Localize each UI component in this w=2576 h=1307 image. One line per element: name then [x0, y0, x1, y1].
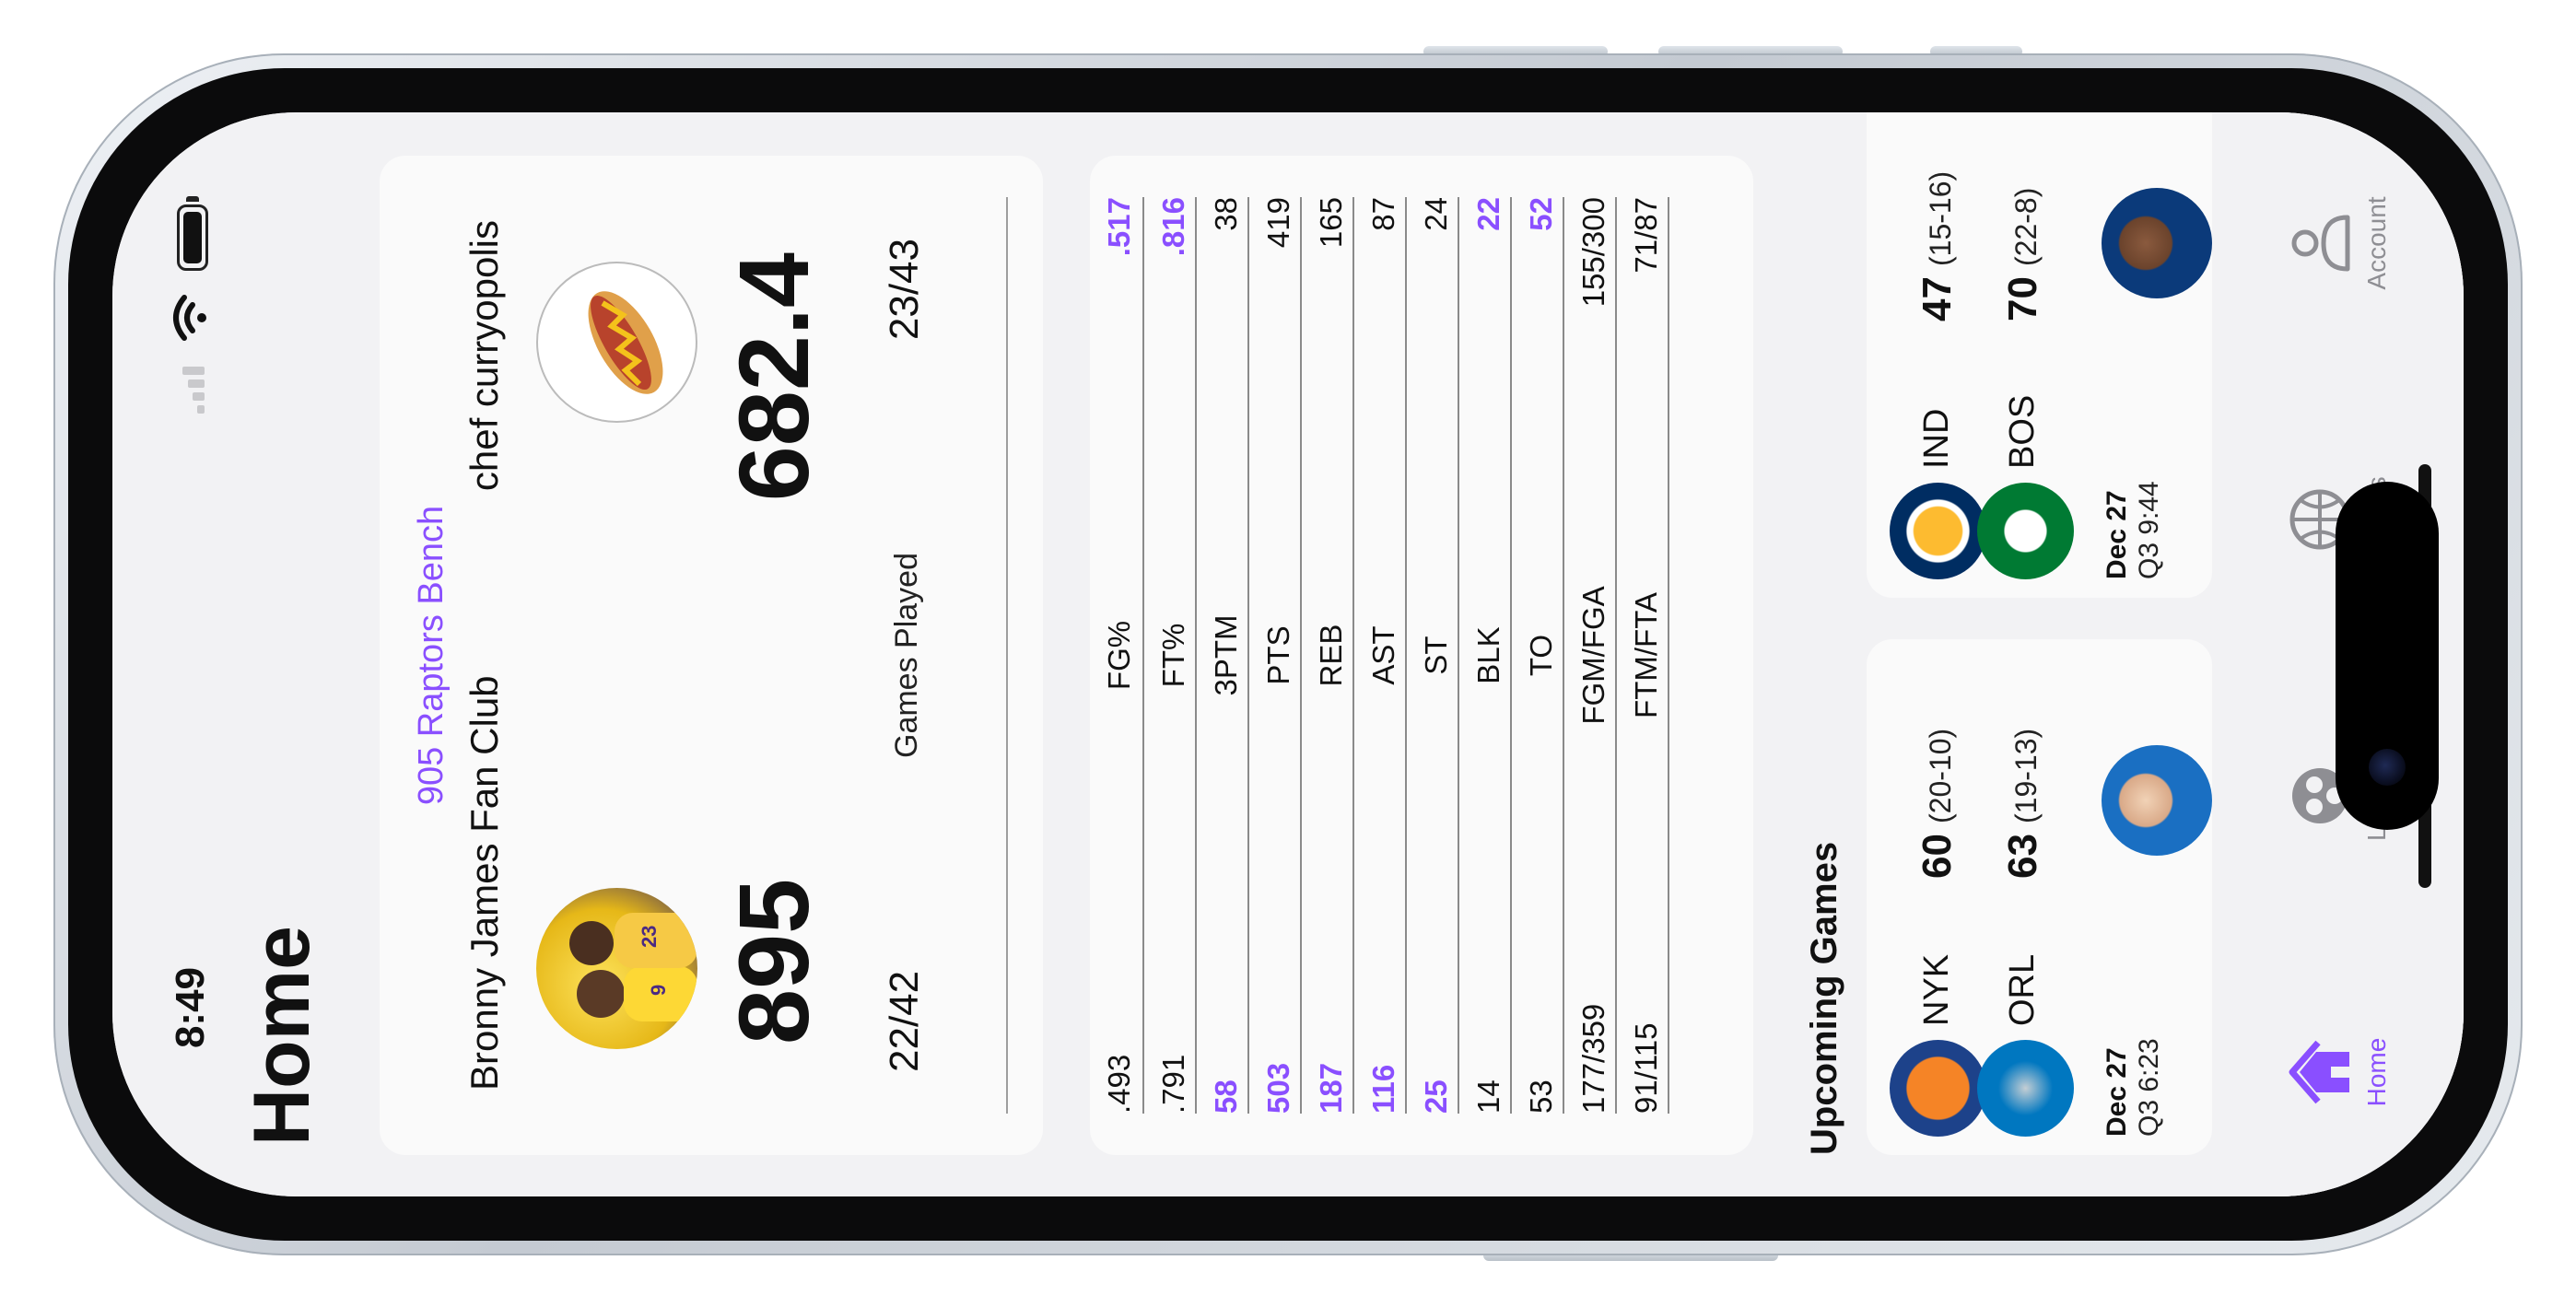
away-team-name: chef curryopolis — [463, 220, 506, 492]
stat-label: FGM/FGA — [1576, 586, 1610, 725]
stats-card: .493 FG% .517 .791 FT% .816 58 3PTM 38 5… — [1090, 156, 1753, 1155]
cellular-signal-icon — [182, 358, 205, 414]
stat-row-3ptm: 58 3PTM 38 — [1195, 197, 1249, 1114]
app-view: 8:49 Home 905 Raptors Bench Bronny James… — [112, 112, 2464, 1196]
stat-away-value: 22 — [1471, 197, 1505, 231]
stat-label: 3PTM — [1209, 614, 1243, 696]
home-team-name: Bronny James Fan Club — [463, 675, 506, 1091]
home-score: 895 — [718, 878, 829, 1044]
game-clock: Q3 6:23 — [2134, 1038, 2164, 1137]
stat-row-ftm-fta: 91/115 FTM/FTA 71/87 — [1615, 197, 1669, 1114]
stat-row-bottom-rule — [1668, 197, 1722, 1114]
celtics-logo-icon — [1977, 483, 2074, 579]
stat-away-value: 155/300 — [1576, 197, 1610, 308]
stat-away-value: 38 — [1209, 197, 1243, 231]
stat-label: REB — [1314, 624, 1348, 687]
battery-tip — [186, 196, 199, 202]
home-icon — [2289, 1040, 2349, 1104]
page-title: Home — [238, 926, 326, 1146]
stat-label: AST — [1366, 625, 1400, 685]
stat-away-value: .517 — [1102, 197, 1136, 257]
stat-label: BLK — [1471, 626, 1505, 684]
knicks-logo-icon — [1890, 1040, 1986, 1137]
stat-row-reb: 187 REB 165 — [1300, 197, 1354, 1114]
upcoming-games-title: Upcoming Games — [1804, 841, 1844, 1155]
stat-row-ast: 116 AST 87 — [1352, 197, 1407, 1114]
stat-away-value: 419 — [1261, 197, 1295, 249]
magic-logo-icon — [1977, 1040, 2074, 1137]
team2-abbr: BOS — [2003, 394, 2042, 469]
stat-away-value: 87 — [1366, 197, 1400, 231]
svg-text:23: 23 — [638, 926, 661, 948]
stat-row-to: 53 TO 52 — [1510, 197, 1564, 1114]
tab-home[interactable]: Home — [2283, 980, 2392, 1164]
stat-away-value: 52 — [1524, 197, 1558, 231]
away-team-avatar[interactable] — [536, 262, 697, 423]
stat-row-ft-pct: .791 FT% .816 — [1142, 197, 1197, 1114]
tab-account[interactable]: Account — [2283, 151, 2392, 335]
status-time: 8:49 — [168, 966, 213, 1049]
team1-abbr: NYK — [1917, 953, 1956, 1026]
stat-label: FTM/FTA — [1629, 592, 1663, 718]
game-card[interactable]: IND BOS 47 70 (15-16) (22-8) Dec 27 Q3 9… — [1867, 112, 2212, 598]
game-clock: Q3 9:44 — [2134, 481, 2164, 579]
tab-account-label: Account — [2362, 196, 2391, 290]
stat-away-value: 165 — [1314, 197, 1348, 249]
front-camera-icon — [2369, 749, 2406, 786]
team2-score: 70 — [2000, 276, 2045, 321]
stat-row-pts: 503 PTS 419 — [1247, 197, 1302, 1114]
person-icon — [2291, 215, 2350, 272]
wifi-icon — [173, 295, 206, 341]
matchup-card[interactable]: 905 Raptors Bench Bronny James Fan Club … — [380, 156, 1043, 1155]
stat-label: FT% — [1156, 623, 1190, 688]
matchup-divider — [1006, 197, 1008, 1114]
team1-record: (20-10) — [1924, 728, 1957, 823]
game-date: Dec 27 — [2102, 490, 2132, 579]
team1-score: 60 — [1914, 834, 1960, 879]
svg-text:9: 9 — [647, 985, 670, 996]
stat-row-fg-pct: .493 FG% .517 — [1090, 197, 1142, 1114]
stat-row-blk: 14 BLK 22 — [1458, 197, 1512, 1114]
dynamic-island — [2336, 482, 2439, 830]
team2-record: (19-13) — [2009, 728, 2043, 823]
team2-score: 63 — [2000, 834, 2045, 879]
stat-label: PTS — [1261, 625, 1295, 685]
away-games-played: 23/43 — [882, 239, 927, 341]
team1-record: (15-16) — [1924, 170, 1957, 266]
player-avatar — [2102, 745, 2212, 856]
league-name-link[interactable]: 905 Raptors Bench — [412, 156, 451, 1155]
player-avatar — [2102, 188, 2212, 298]
stat-label: ST — [1419, 636, 1453, 675]
stat-row-fgm-fga: 177/359 FGM/FGA 155/300 — [1563, 197, 1617, 1114]
team1-score: 47 — [1914, 276, 1960, 321]
stat-away-value: .816 — [1156, 197, 1190, 257]
stat-away-value: 24 — [1419, 197, 1453, 231]
stat-away-value: 71/87 — [1629, 197, 1663, 274]
game-date: Dec 27 — [2102, 1047, 2132, 1137]
team2-record: (22-8) — [2009, 187, 2043, 266]
team2-abbr: ORL — [2003, 953, 2042, 1026]
game-card[interactable]: NYK ORL 60 63 (20-10) (19-13) Dec 27 Q3 … — [1867, 639, 2212, 1155]
pacers-logo-icon — [1890, 483, 1986, 579]
tab-home-label: Home — [2362, 1037, 2391, 1107]
stat-label: TO — [1524, 634, 1558, 677]
home-team-avatar[interactable]: 9 23 — [536, 888, 697, 1049]
team1-abbr: IND — [1917, 408, 1956, 469]
screen: 8:49 Home 905 Raptors Bench Bronny James… — [112, 112, 2464, 1196]
battery-icon — [177, 204, 208, 271]
stat-label: FG% — [1102, 620, 1136, 691]
stat-row-st: 25 ST 24 — [1405, 197, 1459, 1114]
away-score: 682.4 — [718, 252, 829, 502]
